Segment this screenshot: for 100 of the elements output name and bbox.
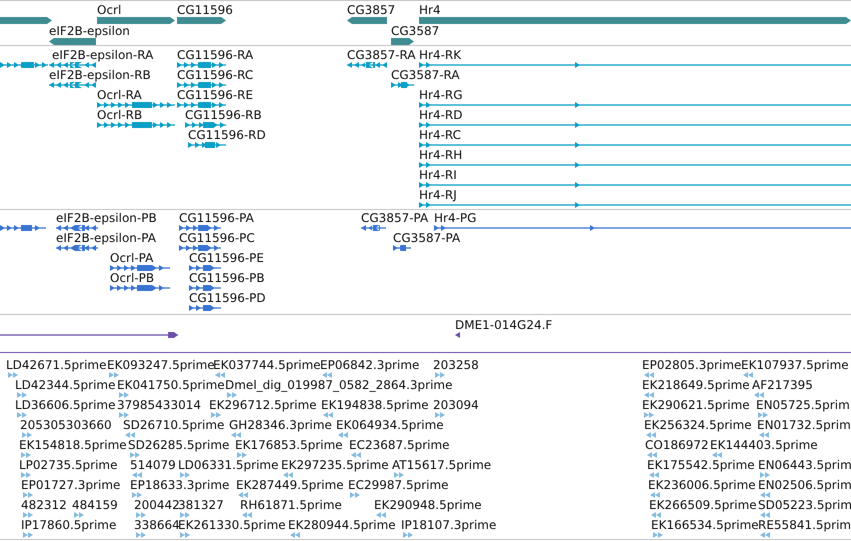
protein-glyph[interactable]: [0, 225, 46, 231]
feature-label[interactable]: AF217395: [752, 378, 813, 392]
transcript-glyph[interactable]: [0, 62, 48, 68]
est-glyph[interactable]: [23, 532, 33, 538]
feature-label[interactable]: LP02735.5prime: [19, 458, 118, 472]
feature-label[interactable]: 514079: [130, 458, 176, 472]
est-glyph[interactable]: [132, 472, 142, 478]
feature-label[interactable]: Ocrl: [97, 3, 122, 17]
feature-label[interactable]: CG3587-PA: [393, 231, 460, 245]
est-glyph[interactable]: [760, 492, 770, 498]
est-glyph[interactable]: [758, 412, 768, 418]
est-glyph[interactable]: [435, 372, 445, 378]
feature-label[interactable]: EP06842.3prime: [320, 358, 420, 372]
feature-label[interactable]: EK297235.5prime: [281, 458, 389, 472]
est-glyph[interactable]: [21, 472, 31, 478]
transcript-glyph[interactable]: [419, 102, 851, 108]
est-glyph[interactable]: [74, 512, 84, 518]
feature-label[interactable]: EC23687.5prime: [349, 438, 450, 452]
feature-label[interactable]: SD05223.5prim: [758, 498, 851, 512]
transcript-glyph[interactable]: [49, 82, 96, 88]
transcript-glyph[interactable]: [419, 142, 851, 148]
est-glyph[interactable]: [136, 512, 146, 518]
transcript-glyph[interactable]: [177, 102, 226, 108]
protein-glyph[interactable]: [110, 285, 170, 291]
protein-glyph[interactable]: [179, 225, 221, 231]
transcript-glyph[interactable]: [188, 142, 226, 148]
feature-label[interactable]: EP01727.3prime: [21, 478, 120, 492]
est-glyph[interactable]: [180, 472, 190, 478]
est-glyph[interactable]: [283, 472, 293, 478]
feature-label[interactable]: IP17860.5prime: [21, 518, 116, 532]
protein-glyph[interactable]: [189, 305, 221, 311]
feature-label[interactable]: EK266509.5prime: [649, 498, 757, 512]
feature-label[interactable]: CG11596-RC: [177, 68, 254, 82]
est-glyph[interactable]: [712, 452, 722, 458]
transcript-glyph[interactable]: [419, 202, 851, 208]
feature-label[interactable]: 205305303660: [20, 418, 112, 432]
est-glyph[interactable]: [394, 472, 404, 478]
feature-label[interactable]: GH28346.3prime: [229, 418, 332, 432]
feature-label[interactable]: EK290948.5prime: [374, 498, 482, 512]
feature-label[interactable]: EK290621.5prime: [642, 398, 750, 412]
feature-label[interactable]: EK296712.5prime: [209, 398, 317, 412]
feature-label[interactable]: CG11596-RD: [188, 128, 266, 142]
feature-label[interactable]: AT15617.5prime: [392, 458, 492, 472]
feature-label[interactable]: EN01732.5prim: [757, 418, 851, 432]
feature-label[interactable]: EN06443.5prim: [758, 458, 851, 472]
est-glyph[interactable]: [125, 432, 135, 438]
feature-label[interactable]: EK144403.5prime: [710, 438, 818, 452]
gene-glyph[interactable]: [347, 17, 387, 24]
est-glyph[interactable]: [290, 532, 300, 538]
feature-label[interactable]: CG11596-PE: [189, 251, 264, 265]
feature-label[interactable]: eIF2B-epsilon-PA: [56, 231, 156, 245]
feature-label[interactable]: CG3587-RA: [391, 68, 460, 82]
feature-label[interactable]: EK107937.5prime: [741, 358, 849, 372]
feature-label[interactable]: 482312: [21, 498, 67, 512]
feature-label[interactable]: LD36606.5prime: [15, 398, 116, 412]
feature-label[interactable]: RH61871.5prime: [240, 498, 342, 512]
est-glyph[interactable]: [760, 532, 770, 538]
feature-label[interactable]: EN05725.5prim: [756, 398, 850, 412]
feature-label[interactable]: eIF2B-epsilon-RB: [49, 68, 151, 82]
feature-label[interactable]: 338664: [134, 518, 180, 532]
est-glyph[interactable]: [215, 372, 225, 378]
est-glyph[interactable]: [322, 372, 332, 378]
feature-label[interactable]: Hr4-RC: [419, 128, 462, 142]
feature-label[interactable]: CG11596-PB: [189, 271, 265, 285]
feature-label[interactable]: 203094: [433, 398, 479, 412]
feature-label[interactable]: CG11596-PD: [189, 291, 266, 305]
feature-label[interactable]: EK261330.5prime: [178, 518, 286, 532]
est-glyph[interactable]: [23, 492, 33, 498]
gene-glyph[interactable]: [0, 17, 52, 24]
est-glyph[interactable]: [754, 392, 764, 398]
est-glyph[interactable]: [644, 372, 654, 378]
feature-label[interactable]: EP02805.3prime: [642, 358, 742, 372]
est-glyph[interactable]: [23, 512, 33, 518]
feature-label[interactable]: Hr4-RI: [419, 168, 457, 182]
gene-glyph[interactable]: [49, 38, 96, 45]
feature-label[interactable]: EK175542.5prime: [647, 458, 755, 472]
feature-label[interactable]: eIF2B-epsilon-RA: [52, 48, 154, 62]
feature-label[interactable]: DME1-014G24.F: [455, 318, 552, 332]
feature-label[interactable]: eIF2B-epsilon-PB: [56, 211, 157, 225]
est-glyph[interactable]: [227, 392, 237, 398]
feature-label[interactable]: Ocrl-PB: [110, 271, 154, 285]
est-glyph[interactable]: [136, 532, 146, 538]
est-glyph[interactable]: [650, 492, 660, 498]
est-glyph[interactable]: [8, 372, 18, 378]
feature-label[interactable]: Ocrl-RB: [97, 108, 142, 122]
est-glyph[interactable]: [653, 532, 663, 538]
feature-label[interactable]: CG11596-RA: [177, 48, 254, 62]
feature-label[interactable]: 203258: [433, 358, 479, 372]
est-glyph[interactable]: [21, 452, 31, 458]
protein-glyph[interactable]: [189, 265, 221, 271]
est-glyph[interactable]: [22, 432, 32, 438]
est-glyph[interactable]: [238, 492, 248, 498]
est-glyph[interactable]: [743, 372, 753, 378]
transcript-glyph[interactable]: [185, 122, 226, 128]
feature-label[interactable]: Dmel_dig_019987_0582_2864.3prime: [225, 378, 453, 392]
est-glyph[interactable]: [376, 512, 386, 518]
transcript-glyph[interactable]: [97, 122, 175, 128]
feature-label[interactable]: SD26285.5prime: [128, 438, 230, 452]
feature-label[interactable]: CG11596: [177, 3, 233, 17]
feature-label[interactable]: EK218649.5prime: [642, 378, 750, 392]
